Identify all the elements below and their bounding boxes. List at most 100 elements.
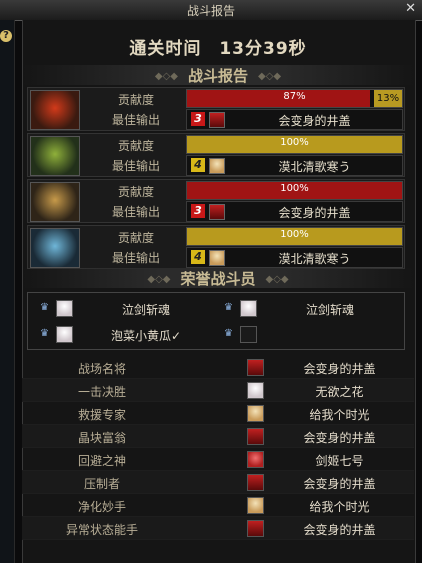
- ornament-icon: ◆◇◆: [265, 274, 289, 285]
- ornament-icon: ◆◇◆: [154, 71, 178, 82]
- player-mini-portrait: [247, 428, 264, 445]
- player-mini-portrait: [247, 520, 264, 537]
- player-mini-portrait: [209, 112, 225, 128]
- contribution-label: 贡献度: [117, 93, 154, 107]
- title-label: 压制者: [83, 477, 120, 491]
- best-output-cell: 4 漠北清歌寒う: [186, 155, 403, 176]
- contribution-bar: 100%: [186, 135, 403, 154]
- ornament-icon: ◆◇◆: [147, 274, 171, 285]
- honor-member: ♛ 泣剑斩魂: [36, 297, 216, 319]
- title-row: 异常状态能手 会变身的井盖: [22, 517, 414, 540]
- crown-icon: ♛: [40, 328, 49, 339]
- white-hair-portrait: [240, 300, 257, 317]
- player-name: 漠北清歌寒う: [278, 160, 351, 174]
- left-side-strip: [0, 20, 15, 563]
- green-helmet-portrait: [30, 136, 80, 176]
- clear-time: 通关时间 13分39秒: [129, 39, 307, 59]
- title-bar: 战斗报告 ✕: [0, 0, 422, 21]
- honor-members-box: ♛ 泣剑斩魂 ♛ 泣剑斩魂 ♛ 泡菜小黄瓜✓ ♛: [27, 292, 405, 350]
- title-player-name: 无欲之花: [315, 385, 364, 399]
- window-title: 战斗报告: [186, 4, 235, 18]
- best-output-cell: 4 漠北清歌寒う: [186, 247, 403, 268]
- crown-icon: ♛: [224, 302, 233, 313]
- title-label: 回避之神: [77, 454, 126, 468]
- title-label: 净化妙手: [77, 500, 126, 514]
- title-label: 异常状态能手: [65, 523, 138, 537]
- white-hair-portrait: [56, 326, 73, 343]
- best-output-label: 最佳输出: [111, 251, 160, 265]
- battle-report-heading: ◆◇◆ 战斗报告 ◆◇◆: [22, 65, 414, 85]
- player-name: 漠北清歌寒う: [278, 252, 351, 266]
- rank-badge: 3: [191, 112, 205, 126]
- title-label: 战场名将: [77, 362, 126, 376]
- contribution-percent: 100%: [280, 137, 309, 148]
- battle-report-heading-text: 战斗报告: [187, 67, 248, 85]
- player-mini-portrait: [209, 204, 225, 220]
- player-mini-portrait: [247, 359, 264, 376]
- title-label: 晶块富翁: [77, 431, 126, 445]
- crown-icon: ♛: [40, 302, 49, 313]
- player-name: 会变身的井盖: [278, 114, 351, 128]
- player-mini-portrait: [247, 451, 264, 468]
- best-output-label: 最佳输出: [111, 205, 160, 219]
- honor-member-name: 泣剑斩魂: [121, 303, 170, 317]
- honor-member-name: 泣剑斩魂: [305, 303, 354, 317]
- bronze-helmet-portrait: [30, 182, 80, 222]
- title-row: 晶块富翁 会变身的井盖: [22, 425, 414, 448]
- honor-heading-text: 荣誉战斗员: [180, 270, 256, 288]
- contribution-label: 贡献度: [117, 139, 154, 153]
- best-output-cell: 3 会变身的井盖: [186, 109, 403, 130]
- title-row: 回避之神 剑姬七号: [22, 448, 414, 471]
- honor-member: ♛ 泣剑斩魂: [220, 297, 400, 319]
- title-player-name: 会变身的井盖: [303, 362, 376, 376]
- player-row: 贡献度最佳输出 100% 3 会变身的井盖: [27, 179, 405, 223]
- contribution-bar: 13% 87%: [186, 89, 403, 108]
- player-mini-portrait: [209, 250, 225, 266]
- player-name: 会变身的井盖: [278, 206, 351, 220]
- honor-member-name: 泡菜小黄瓜✓: [110, 329, 182, 343]
- close-icon[interactable]: ✕: [405, 1, 416, 16]
- best-output-cell: 3 会变身的井盖: [186, 201, 403, 222]
- help-icon[interactable]: ?: [0, 30, 12, 42]
- title-player-name: 给我个时光: [309, 408, 370, 422]
- title-row: 一击决胜 无欲之花: [22, 379, 414, 402]
- best-output-label: 最佳输出: [111, 159, 160, 173]
- title-row: 救援专家 给我个时光: [22, 402, 414, 425]
- player-mini-portrait: [247, 474, 264, 491]
- red-helmet-portrait: [30, 90, 80, 130]
- crown-icon: ♛: [224, 328, 233, 339]
- title-player-name: 会变身的井盖: [303, 477, 376, 491]
- contribution-label: 贡献度: [117, 231, 154, 245]
- honor-member: ♛: [220, 323, 400, 345]
- rank-badge: 4: [191, 158, 205, 172]
- title-player-name: 会变身的井盖: [303, 431, 376, 445]
- title-row: 净化妙手 给我个时光: [22, 494, 414, 517]
- contribution-bar: 100%: [186, 181, 403, 200]
- player-row: 贡献度最佳输出 100% 4 漠北清歌寒う: [27, 225, 405, 269]
- rank-badge: 3: [191, 204, 205, 218]
- honor-heading: ◆◇◆ 荣誉战斗员 ◆◇◆: [22, 268, 414, 288]
- player-mini-portrait: [247, 382, 264, 399]
- honor-member: ♛ 泡菜小黄瓜✓: [36, 323, 216, 345]
- contribution-label: 贡献度: [117, 185, 154, 199]
- title-label: 救援专家: [77, 408, 126, 422]
- title-player-name: 剑姬七号: [315, 454, 364, 468]
- best-output-label: 最佳输出: [111, 113, 160, 127]
- contribution-percent: 100%: [280, 229, 309, 240]
- rank-badge: 4: [191, 250, 205, 264]
- player-row: 贡献度最佳输出 100% 4 漠北清歌寒う: [27, 133, 405, 177]
- player-mini-portrait: [247, 405, 264, 422]
- empty-portrait: [240, 326, 257, 343]
- player-mini-portrait: [209, 158, 225, 174]
- player-mini-portrait: [247, 497, 264, 514]
- title-row: 战场名将 会变身的井盖: [22, 356, 414, 379]
- contribution-percent: 100%: [280, 183, 309, 194]
- player-row: 贡献度最佳输出 13% 87% 3 会变身的井盖: [27, 87, 405, 131]
- blue-helmet-portrait: [30, 228, 80, 268]
- title-label: 一击决胜: [77, 385, 126, 399]
- title-player-name: 会变身的井盖: [303, 523, 376, 537]
- title-player-name: 给我个时光: [309, 500, 370, 514]
- ornament-icon: ◆◇◆: [258, 71, 282, 82]
- contribution-percent: 87%: [283, 91, 306, 102]
- white-hair-portrait: [56, 300, 73, 317]
